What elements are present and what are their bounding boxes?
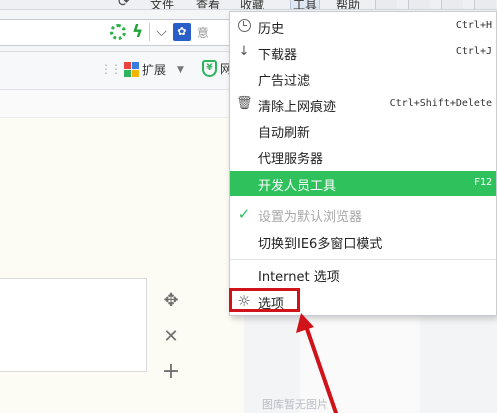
annotation-arrow-icon (296, 313, 338, 413)
